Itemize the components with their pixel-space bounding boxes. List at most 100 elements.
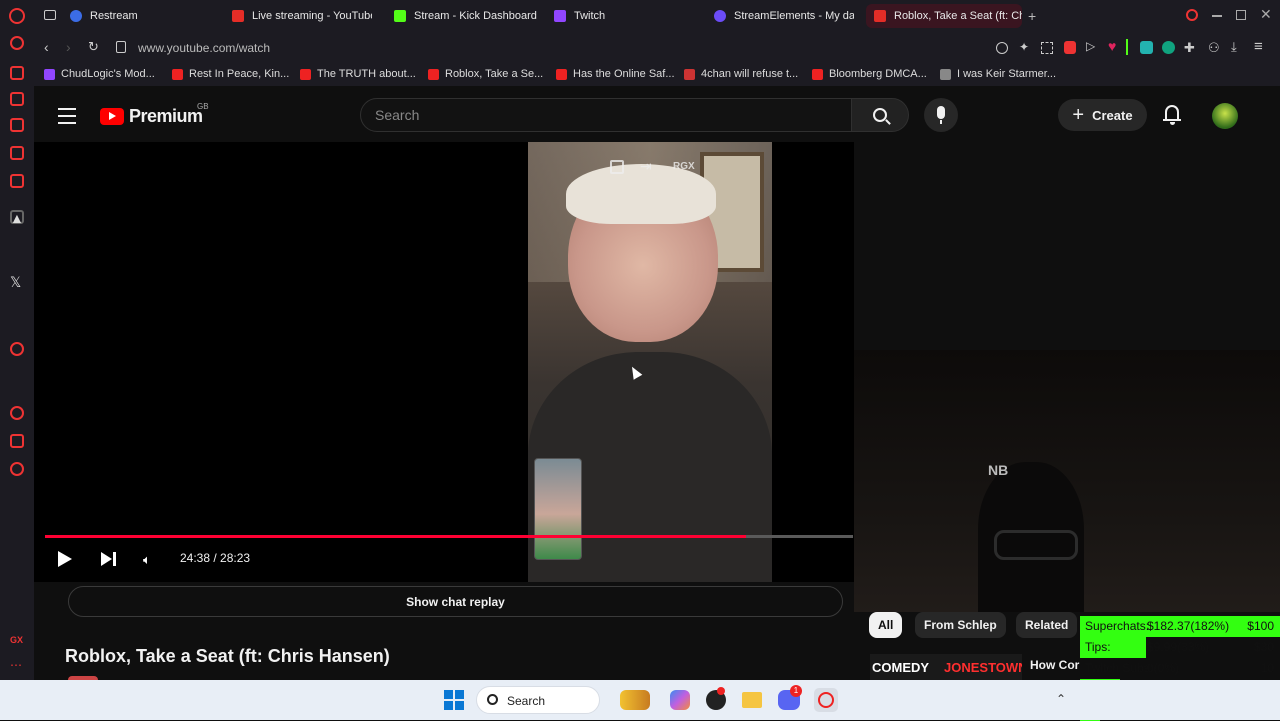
minimize-icon[interactable] — [1212, 15, 1222, 17]
bookmark-item[interactable]: Rest In Peace, Kin... — [172, 68, 289, 80]
tab-twitch[interactable]: Twitch — [554, 4, 704, 28]
create-label: Create — [1092, 107, 1133, 123]
bookmark-item[interactable]: Roblox, Take a Se... — [428, 68, 543, 80]
extension-green-icon[interactable] — [1162, 41, 1175, 54]
address-bar: ‹ › ↻ www.youtube.com/watch ✦ ▷ ♥ ✚ ⚇ ⤓ … — [34, 32, 1280, 64]
bookmark-label: ChudLogic's Mod... — [61, 68, 155, 80]
sidebar-more-icon[interactable]: ⋯ — [10, 658, 22, 672]
download-icon[interactable]: ⤓ — [1231, 39, 1237, 55]
hamburger-menu-icon[interactable] — [58, 108, 76, 124]
youtube-play-logo-icon — [100, 108, 124, 125]
webcam-overlay: NB — [854, 350, 1280, 612]
url-field[interactable]: www.youtube.com/watch — [138, 41, 270, 55]
youtube-logo[interactable]: Premium — [100, 106, 203, 127]
sidebar-speed-icon[interactable] — [10, 146, 24, 160]
search-placeholder: Search — [375, 107, 420, 123]
file-explorer-icon[interactable] — [742, 692, 762, 708]
sidebar-settings-icon[interactable] — [10, 462, 24, 476]
maximize-icon[interactable] — [1236, 10, 1246, 20]
zoom-icon[interactable] — [996, 42, 1008, 54]
related-video-title[interactable]: How Cor — [1030, 658, 1080, 672]
voice-search-button[interactable] — [924, 98, 958, 132]
tab-roblox-video[interactable]: Roblox, Take a Seat (ft: Ch — [866, 4, 1022, 28]
taskbar-widget-icon[interactable] — [620, 690, 650, 710]
back-icon[interactable]: ‹ — [44, 39, 49, 55]
tab-restream[interactable]: Restream — [70, 4, 220, 28]
taskbar-search-box[interactable]: Search — [476, 686, 600, 714]
goal-value: 0(0%) — [1147, 661, 1180, 675]
player-icon[interactable]: ▷ — [1086, 39, 1095, 53]
bookmark-label: Bloomberg DMCA... — [829, 68, 927, 80]
bookmark-label: The TRUTH about... — [317, 68, 416, 80]
sidebar-player-icon[interactable] — [10, 342, 24, 356]
notifications-bell-icon[interactable] — [1163, 105, 1181, 125]
video-frame[interactable]: ⇥ RGX — [528, 142, 772, 582]
bookmark-item[interactable]: Bloomberg DMCA... — [812, 68, 927, 80]
bookmark-item[interactable]: ChudLogic's Mod... — [44, 68, 155, 80]
rgx-label[interactable]: RGX — [673, 161, 695, 172]
goal-value: $182.37(182%) — [1147, 619, 1230, 633]
create-button[interactable]: + Create — [1058, 99, 1147, 131]
copilot-icon[interactable] — [670, 690, 690, 710]
pip-icon[interactable] — [610, 160, 624, 174]
search-button[interactable] — [851, 98, 909, 132]
volume-icon[interactable]: 🔈︎ — [143, 552, 151, 568]
tab-label: Stream - Kick Dashboard — [414, 10, 537, 22]
sidebar-a-icon[interactable]: ▲ — [10, 210, 24, 226]
workspace-icon[interactable] — [44, 10, 56, 20]
tab-search-icon[interactable] — [1186, 9, 1198, 21]
forward-icon[interactable]: › — [66, 39, 71, 55]
restream-icon — [70, 10, 82, 22]
sidebar-gaming-icon[interactable] — [10, 118, 24, 132]
tray-chevron-icon[interactable]: ⌃ — [1056, 692, 1066, 706]
opera-logo-icon[interactable] — [10, 36, 24, 50]
account-icon[interactable]: ⚇ — [1208, 40, 1220, 56]
detach-icon[interactable]: ⇥ — [640, 158, 652, 175]
related-thumbnail[interactable]: COMEDY JONESTOWN — [870, 654, 1022, 680]
tab-label: Restream — [90, 10, 138, 22]
bookmark-item[interactable]: The TRUTH about... — [300, 68, 416, 80]
bookmark-item[interactable]: I was Keir Starmer... — [940, 68, 1056, 80]
tab-label: Twitch — [574, 10, 606, 22]
tab-kick[interactable]: Stream - Kick Dashboard — [394, 4, 544, 28]
new-tab-icon[interactable]: + — [1028, 8, 1036, 24]
goal-target: $30 — [1253, 640, 1274, 654]
show-chat-replay-button[interactable]: Show chat replay — [68, 586, 843, 617]
taskbar-search-icon — [487, 694, 498, 705]
tab-youtube-live[interactable]: Live streaming - YouTube — [232, 4, 372, 28]
search-input[interactable]: Search — [360, 98, 852, 132]
sidebar-refresh-icon[interactable] — [10, 66, 24, 80]
opera-taskbar-highlight — [814, 688, 838, 712]
x-icon[interactable]: 𝕏 — [10, 274, 21, 291]
windows-start-icon[interactable] — [444, 690, 464, 710]
chip-from-schlep[interactable]: From Schlep — [915, 612, 1006, 638]
close-window-icon[interactable]: ✕ — [1260, 6, 1272, 23]
tab-streamelements[interactable]: StreamElements - My da — [714, 4, 854, 28]
play-icon[interactable] — [58, 551, 72, 567]
extension-teal-icon[interactable] — [1140, 41, 1153, 54]
goal-value: $9.99(33%) — [1147, 640, 1210, 654]
menu-icon[interactable]: ≡ — [1254, 38, 1263, 55]
chip-all[interactable]: All — [869, 612, 903, 638]
goal-target: $100 — [1247, 619, 1274, 633]
bookmark-item[interactable]: 4chan will refuse t... — [684, 68, 798, 80]
sidebar-history-icon[interactable] — [10, 92, 24, 106]
sidebar-m-icon[interactable] — [10, 174, 24, 188]
reload-icon[interactable]: ↻ — [88, 39, 99, 55]
chip-related[interactable]: Related — [1016, 612, 1078, 638]
opera-menu-icon[interactable] — [9, 8, 25, 24]
extensions-icon[interactable]: ✚ — [1184, 40, 1195, 56]
avatar[interactable] — [1212, 103, 1238, 129]
sidebar-extensions-icon[interactable] — [10, 434, 24, 448]
snapshot-icon[interactable] — [1041, 42, 1053, 54]
vpn-icon[interactable] — [1064, 41, 1076, 54]
heart-icon[interactable]: ♥ — [1108, 38, 1116, 54]
pin-icon[interactable]: ✦ — [1019, 40, 1029, 54]
bookmark-item[interactable]: Has the Online Saf... — [556, 68, 675, 80]
tab-label: StreamElements - My da — [734, 10, 854, 22]
sidebar-clock-icon[interactable] — [10, 406, 24, 420]
windows-taskbar: Search 1 ⌃ — [0, 680, 1280, 720]
goal-target: 10 — [1260, 661, 1274, 675]
twitch-icon — [554, 10, 566, 22]
tab-label: Live streaming - YouTube — [252, 10, 372, 22]
